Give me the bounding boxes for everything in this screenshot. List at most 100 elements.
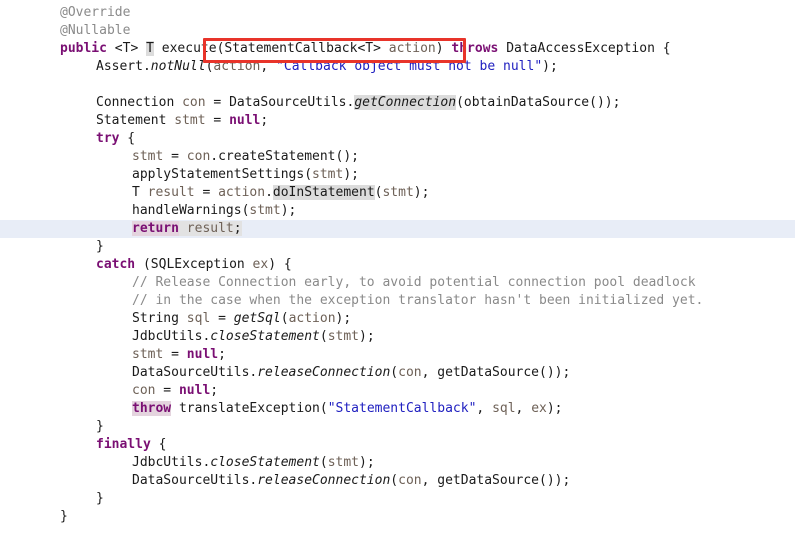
code-token: =	[210, 311, 234, 326]
code-line[interactable]: Statement stmt = null;	[0, 112, 795, 130]
code-token: );	[359, 455, 375, 470]
code-token: getDataSource	[437, 473, 540, 488]
code-token: closeStatement	[210, 329, 320, 344]
code-token: .	[210, 149, 219, 164]
code-token: );	[343, 167, 359, 182]
code-token: null	[186, 347, 219, 362]
code-token: ,	[421, 365, 438, 380]
code-line[interactable]: // Release Connection early, to avoid po…	[0, 274, 795, 292]
code-token: stmt	[382, 185, 414, 200]
code-token: Statement	[96, 113, 167, 128]
code-line[interactable]: return result;	[0, 220, 795, 238]
code-token: obtainDataSource	[463, 95, 590, 110]
code-token: ;	[233, 221, 242, 236]
code-editor[interactable]: @Override @Nullable public <T> T execute(S…	[0, 0, 795, 537]
code-token: releaseConnection	[257, 365, 391, 380]
code-line[interactable]: public <T> T execute(StatementCallback<T…	[0, 40, 795, 58]
code-line[interactable]: DataSourceUtils.releaseConnection(con, g…	[0, 364, 795, 382]
code-line[interactable]: Assert.notNull(action, "Callback object …	[0, 58, 795, 76]
code-surface[interactable]: @Override @Nullable public <T> T execute(S…	[0, 0, 795, 537]
code-token: (	[135, 257, 151, 272]
code-token: action	[218, 185, 266, 200]
code-token: Connection	[96, 95, 175, 110]
code-line[interactable]: JdbcUtils.closeStatement(stmt);	[0, 328, 795, 346]
code-token: releaseConnection	[257, 473, 391, 488]
code-line[interactable]: stmt = null;	[0, 346, 795, 364]
code-token: stmt	[327, 455, 359, 470]
code-token: T	[146, 41, 154, 56]
code-token: getSql	[233, 311, 281, 326]
code-token: ());	[539, 473, 571, 488]
code-line[interactable]: @Override	[0, 4, 795, 22]
code-token: ) {	[268, 257, 292, 272]
code-line[interactable]: }	[0, 508, 795, 526]
code-token: SQLException	[150, 257, 245, 272]
code-line[interactable]: // in the case when the exception transl…	[0, 292, 795, 310]
code-token: =	[194, 185, 219, 200]
code-line[interactable]: DataSourceUtils.releaseConnection(con, g…	[0, 472, 795, 490]
code-token: result	[186, 221, 234, 236]
code-token: // Release Connection early, to avoid po…	[132, 275, 696, 290]
code-line[interactable]: con = null;	[0, 382, 795, 400]
code-token: result	[147, 185, 195, 200]
code-token: "StatementCallback"	[327, 401, 477, 416]
code-token: ();	[335, 149, 359, 164]
code-token: con	[398, 365, 422, 380]
code-token: ,	[515, 401, 532, 416]
code-token: stmt	[132, 347, 164, 362]
code-token: @Override	[60, 5, 131, 20]
code-token: (	[390, 473, 399, 488]
code-line[interactable]: JdbcUtils.closeStatement(stmt);	[0, 454, 795, 472]
code-token: String	[132, 311, 179, 326]
code-token: con	[182, 95, 206, 110]
code-line[interactable]: String sql = getSql(action);	[0, 310, 795, 328]
code-token: ;	[260, 113, 269, 128]
code-line[interactable]	[0, 76, 795, 94]
code-line[interactable]: catch (SQLException ex) {	[0, 256, 795, 274]
code-token: doInStatement	[272, 185, 375, 200]
code-token: );	[280, 203, 297, 218]
code-token: T	[132, 185, 140, 200]
code-line[interactable]: throw translateException("StatementCallb…	[0, 400, 795, 418]
code-line[interactable]: try {	[0, 130, 795, 148]
code-token: public	[60, 41, 107, 56]
code-line[interactable]: }	[0, 238, 795, 256]
code-token: catch	[96, 257, 136, 272]
code-token: notNull	[150, 59, 206, 74]
code-token: );	[413, 185, 430, 200]
code-token: JdbcUtils	[132, 329, 203, 344]
code-token: ());	[589, 95, 621, 110]
code-token: (	[390, 365, 399, 380]
code-token: ,	[421, 473, 438, 488]
code-token: try	[96, 131, 120, 146]
code-token: ex	[531, 401, 547, 416]
code-line[interactable]: }	[0, 490, 795, 508]
code-token: DataSourceUtils	[132, 473, 250, 488]
code-token: <T>	[114, 41, 139, 56]
code-line[interactable]: handleWarnings(stmt);	[0, 202, 795, 220]
code-token: ,	[260, 59, 277, 74]
code-line[interactable]: stmt = con.createStatement();	[0, 148, 795, 166]
code-token: stmt	[174, 113, 206, 128]
code-token: (	[304, 167, 313, 182]
code-token: ,	[476, 401, 493, 416]
code-token: ex	[252, 257, 269, 272]
code-line[interactable]: T result = action.doInStatement(stmt);	[0, 184, 795, 202]
code-token: DataSourceUtils	[229, 95, 347, 110]
code-line[interactable]: finally {	[0, 436, 795, 454]
code-token: (	[456, 95, 464, 110]
code-line[interactable]: }	[0, 418, 795, 436]
code-token: }	[96, 239, 104, 254]
code-line[interactable]: applyStatementSettings(stmt);	[0, 166, 795, 184]
code-line[interactable]: @Nullable	[0, 22, 795, 40]
code-token: (	[319, 401, 328, 416]
code-token: <T>	[357, 41, 381, 56]
code-token: JdbcUtils	[132, 455, 203, 470]
code-line[interactable]: Connection con = DataSourceUtils.getConn…	[0, 94, 795, 112]
code-token: stmt	[249, 203, 281, 218]
code-token: finally	[96, 437, 151, 452]
code-token: createStatement	[218, 149, 336, 164]
